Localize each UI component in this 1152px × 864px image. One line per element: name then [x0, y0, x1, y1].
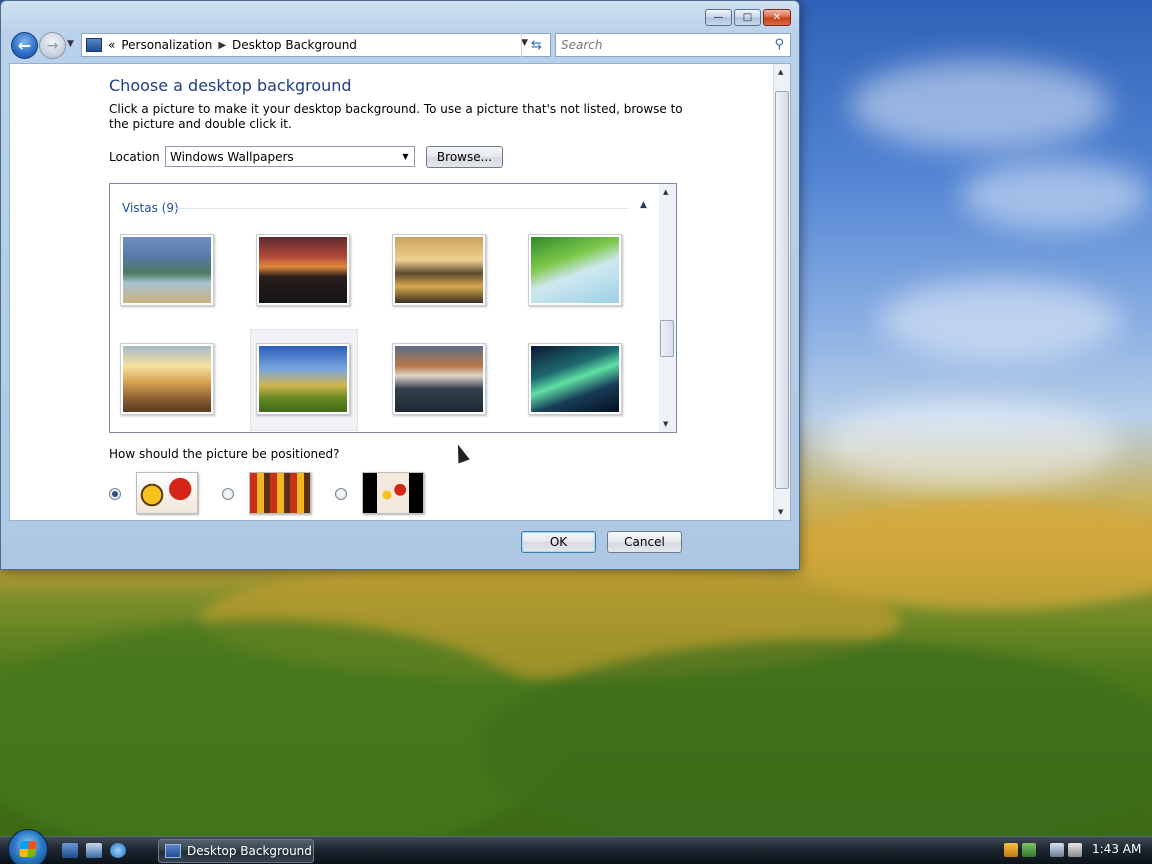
- gallery-scrollbar[interactable]: ▲ ▼: [659, 184, 676, 432]
- scroll-up-icon[interactable]: ▲: [663, 188, 668, 196]
- search-icon[interactable]: ⚲: [774, 37, 784, 52]
- show-desktop-icon[interactable]: [62, 843, 78, 858]
- page-description: Click a picture to make it your desktop …: [109, 102, 683, 131]
- breadcrumb-personalization[interactable]: Personalization: [121, 38, 212, 52]
- position-fit-image[interactable]: [136, 472, 198, 514]
- volume-muted-icon[interactable]: [1068, 843, 1082, 857]
- location-label: Location: [109, 150, 160, 164]
- control-panel-icon: [165, 844, 181, 858]
- location-select[interactable]: Windows Wallpapers ▼: [165, 146, 415, 167]
- forward-button[interactable]: →: [39, 32, 66, 59]
- switch-windows-icon[interactable]: [86, 843, 102, 858]
- maximize-button[interactable]: □: [734, 9, 761, 26]
- caption-buttons: — □ ✕: [703, 9, 791, 26]
- close-button[interactable]: ✕: [763, 9, 791, 26]
- control-panel-icon: [86, 38, 102, 52]
- back-arrow-icon: ←: [17, 36, 32, 55]
- group-header-vistas[interactable]: Vistas (9): [122, 201, 179, 215]
- breadcrumb-desktop-background[interactable]: Desktop Background: [232, 38, 357, 52]
- windows-update-icon[interactable]: [1022, 843, 1036, 857]
- refresh-button[interactable]: ⇆: [521, 33, 551, 57]
- page-title: Choose a desktop background: [109, 76, 352, 95]
- gallery-scroll-thumb[interactable]: [660, 320, 674, 357]
- content-pane: Choose a desktop background Click a pict…: [9, 63, 791, 521]
- thumbnail-sun-grass[interactable]: [120, 343, 214, 415]
- back-button[interactable]: ←: [11, 32, 38, 59]
- address-bar[interactable]: « Personalization ▶ Desktop Background ▼: [81, 33, 551, 57]
- scroll-down-icon[interactable]: ▼: [663, 420, 668, 428]
- radio-tile[interactable]: [222, 488, 234, 500]
- internet-explorer-icon[interactable]: [110, 843, 126, 858]
- taskbar: Desktop Background 1:43 AM: [0, 829, 1152, 864]
- refresh-icon: ⇆: [531, 37, 542, 53]
- position-question: How should the picture be positioned?: [109, 447, 340, 461]
- breadcrumb-separator-icon[interactable]: ▶: [218, 40, 226, 51]
- content-scroll-thumb[interactable]: [775, 91, 789, 489]
- minimize-button[interactable]: —: [705, 9, 732, 26]
- taskbar-button-desktop-background[interactable]: Desktop Background: [158, 839, 314, 863]
- position-center-image[interactable]: [362, 472, 424, 514]
- desktop-background-window: — □ ✕ ← → ▼ « Personalization ▶ Desktop …: [0, 0, 800, 570]
- forward-arrow-icon: →: [46, 37, 59, 54]
- collapse-chevron-icon[interactable]: ▲: [640, 200, 647, 210]
- radio-center[interactable]: [335, 488, 347, 500]
- thumbnail-palm-frond[interactable]: [528, 234, 622, 306]
- position-tile-image[interactable]: [249, 472, 311, 514]
- navigation-bar: ← → ▼ « Personalization ▶ Desktop Backgr…: [9, 31, 793, 59]
- thumbnail-mountain-lake[interactable]: [120, 234, 214, 306]
- recent-pages-button[interactable]: ▼: [67, 39, 79, 51]
- thumbnail-rock-reflection[interactable]: [392, 343, 486, 415]
- cancel-button[interactable]: Cancel: [607, 531, 682, 553]
- start-button[interactable]: [8, 829, 48, 864]
- taskbar-button-label: Desktop Background: [187, 844, 312, 858]
- group-divider: [176, 208, 628, 209]
- thumbnail-sunset-silhouette[interactable]: [256, 234, 350, 306]
- ok-button[interactable]: OK: [521, 531, 596, 553]
- scroll-down-icon[interactable]: ▼: [778, 508, 783, 516]
- wallpaper-gallery: Vistas (9) ▲ ▲ ▼: [109, 183, 677, 433]
- search-input[interactable]: [556, 38, 766, 52]
- radio-fit-to-screen[interactable]: [109, 488, 121, 500]
- windows-logo-icon: [19, 841, 37, 857]
- system-clock[interactable]: 1:43 AM: [1092, 842, 1141, 856]
- search-box: ⚲: [555, 33, 791, 57]
- thumbnail-sky-meadow[interactable]: [256, 343, 350, 415]
- browse-button[interactable]: Browse...: [426, 146, 503, 168]
- content-scrollbar[interactable]: ▲ ▼: [773, 64, 790, 520]
- thumbnail-golden-rocks[interactable]: [392, 234, 486, 306]
- thumbnail-aurora[interactable]: [528, 343, 622, 415]
- location-value: Windows Wallpapers: [170, 149, 294, 164]
- network-icon[interactable]: [1050, 843, 1064, 857]
- security-shield-icon[interactable]: [1004, 843, 1018, 857]
- breadcrumb-overflow[interactable]: «: [108, 38, 115, 52]
- chevron-down-icon: ▼: [402, 152, 409, 161]
- scroll-up-icon[interactable]: ▲: [778, 68, 783, 76]
